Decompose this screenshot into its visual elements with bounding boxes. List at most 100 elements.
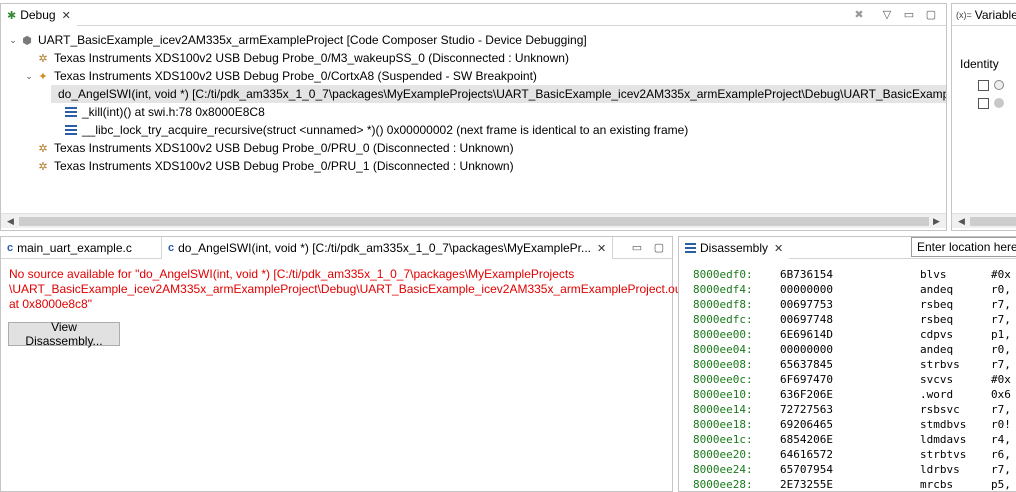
disassembly-row[interactable]: 8000ee08: 65637845 strbvs r7, [679, 358, 1016, 373]
c-file-icon: c [168, 242, 175, 254]
opcode-word: 6854206E [780, 433, 833, 446]
disassembly-row[interactable]: 8000ee20: 64616572 strbtvs r6, [679, 448, 1016, 463]
view-disassembly-button[interactable]: View Disassembly... [8, 320, 120, 348]
checkbox[interactable] [978, 80, 989, 91]
node-label: UART_BasicExample_icev2AM335x_armExample… [38, 33, 587, 47]
mnemonic: ldmdavs [920, 433, 967, 446]
address: 8000ee20: [693, 448, 753, 461]
scroll-left-icon[interactable]: ◀ [954, 214, 969, 229]
address: 8000ee1c: [693, 433, 753, 446]
disassembly-row[interactable]: 8000edf8: 00697753 rsbeq r7, [679, 298, 1016, 313]
message-line: No source available for "do_AngelSWI(int… [9, 267, 575, 281]
mnemonic: ldrbvs [920, 463, 960, 476]
scroll-thumb[interactable] [970, 217, 1016, 226]
variables-tabbar: (x)= Variable [952, 4, 1016, 26]
debug-tree-node[interactable]: ✲ Texas Instruments XDS100v2 USB Debug Pr… [23, 157, 514, 175]
debug-tree-node[interactable]: ✲ Texas Instruments XDS100v2 USB Debug Pr… [23, 49, 569, 67]
scroll-left-icon[interactable]: ◀ [3, 214, 18, 229]
disassembly-row[interactable]: 8000edfc: 00697748 rsbeq r7, [679, 313, 1016, 328]
scroll-thumb[interactable] [19, 217, 929, 226]
disassembly-row[interactable]: 8000ee28: 2E73255E mrcbs p5, [679, 478, 1016, 491]
close-icon[interactable]: ✕ [597, 242, 606, 255]
debug-tree-node[interactable]: ✲ Texas Instruments XDS100v2 USB Debug Pr… [23, 139, 513, 157]
mnemonic: strbtvs [920, 448, 967, 461]
address: 8000edf8: [693, 298, 753, 311]
node-label: Texas Instruments XDS100v2 USB Debug Pro… [54, 69, 537, 83]
disassembly-row[interactable]: 8000edf0: 6B736154 blvs #0x [679, 268, 1016, 283]
stack-frame-icon [65, 107, 77, 117]
disassembly-row[interactable]: 8000ee10: 636F206E .word 0x6 [679, 388, 1016, 403]
opcode-word: 00697753 [780, 298, 833, 311]
mnemonic: stmdbvs [920, 418, 967, 431]
tab-variables[interactable]: (x)= Variable [952, 4, 1016, 26]
opcode-word: 00697748 [780, 313, 833, 326]
mnemonic: mrcbs [920, 478, 954, 491]
address: 8000ee08: [693, 358, 753, 371]
opcode-word: 00000000 [780, 343, 833, 356]
opcode-word: 69206465 [780, 418, 833, 431]
checkbox[interactable] [978, 98, 989, 109]
variable-row[interactable] [978, 97, 1016, 111]
operands: r4, [991, 433, 1011, 446]
address: 8000ee18: [693, 418, 753, 431]
node-label: do_AngelSWI(int, void *) [C:/ti/pdk_am33… [58, 87, 946, 101]
chevron-down-icon[interactable]: ⌄ [23, 71, 35, 82]
debug-horizontal-scrollbar[interactable]: ◀ ▶ [1, 213, 946, 228]
address: 8000ee24: [693, 463, 753, 476]
stack-frame-row[interactable]: do_AngelSWI(int, void *) [C:/ti/pdk_am33… [51, 85, 946, 103]
node-label: Texas Instruments XDS100v2 USB Debug Pro… [54, 159, 514, 173]
stack-frame-row[interactable]: _kill(int)() at swi.h:78 0x8000E8C8 [51, 103, 265, 121]
disassembly-row[interactable]: 8000ee04: 00000000 andeq r0, [679, 343, 1016, 358]
minimize-icon[interactable]: ▭ [629, 240, 645, 256]
tab-do-angelswi[interactable]: c do_AngelSWI(int, void *) [C:/ti/pdk_am… [161, 237, 614, 259]
disassembly-row[interactable]: 8000ee1c: 6854206E ldmdavs r4, [679, 433, 1016, 448]
operands: #0x [991, 373, 1011, 386]
chevron-down-icon[interactable]: ⌄ [7, 35, 19, 46]
mnemonic: rsbsvc [920, 403, 960, 416]
remove-terminated-icon[interactable]: ✖ [851, 7, 867, 23]
location-input[interactable]: Enter location here [911, 237, 1016, 257]
maximize-icon[interactable]: ▢ [651, 240, 667, 256]
disassembly-listing: 8000edf0: 6B736154 blvs #0x 8000edf4: 0000000… [679, 260, 1016, 491]
maximize-icon[interactable]: ▢ [923, 7, 939, 23]
no-source-message: No source available for "do_AngelSWI(int… [9, 267, 688, 312]
view-menu-icon[interactable]: ▽ [879, 7, 895, 23]
minimize-icon[interactable]: ▭ [901, 7, 917, 23]
tab-main-uart-example[interactable]: c main_uart_example.c [1, 237, 138, 259]
disassembly-row[interactable]: 8000ee24: 65707954 ldrbvs r7, [679, 463, 1016, 478]
disassembly-row[interactable]: 8000ee14: 72727563 rsbsvc r7, [679, 403, 1016, 418]
debug-tree-node[interactable]: ⌄ ✦ Texas Instruments XDS100v2 USB Debug P… [23, 67, 537, 85]
mnemonic: rsbeq [920, 313, 954, 326]
operands: r7, [991, 403, 1011, 416]
close-icon[interactable]: ✕ [62, 9, 71, 22]
address: 8000ee14: [693, 403, 753, 416]
opcode-word: 2E73255E [780, 478, 833, 491]
variable-row[interactable] [978, 79, 1016, 93]
mnemonic: blvs [920, 268, 947, 281]
opcode-word: 6B736154 [780, 268, 833, 281]
variables-horizontal-scrollbar[interactable]: ◀ [952, 213, 1016, 228]
opcode-word: 72727563 [780, 403, 833, 416]
opcode-word: 6F697470 [780, 373, 833, 386]
opcode-word: 00000000 [780, 283, 833, 296]
disconnected-core-icon: ✲ [38, 142, 48, 155]
identity-column-header: Identity [960, 57, 999, 71]
disassembly-row[interactable]: 8000ee18: 69206465 stmdbvs r0! [679, 418, 1016, 433]
disconnected-core-icon: ✲ [38, 160, 48, 173]
node-label: Texas Instruments XDS100v2 USB Debug Pro… [54, 51, 569, 65]
disassembly-row[interactable]: 8000ee0c: 6F697470 svcvs #0x [679, 373, 1016, 388]
operands: r0, [991, 283, 1011, 296]
scroll-right-icon[interactable]: ▶ [929, 214, 944, 229]
location-input-text: Enter location here [917, 240, 1016, 254]
address: 8000edfc: [693, 313, 753, 326]
disassembly-row[interactable]: 8000edf4: 00000000 andeq r0, [679, 283, 1016, 298]
stack-frame-row[interactable]: __libc_lock_try_acquire_recursive(struct… [51, 121, 688, 139]
editor-tabbar: c main_uart_example.c c do_AngelSWI(int,… [1, 237, 672, 259]
disassembly-row[interactable]: 8000ee00: 6E69614D cdpvs p1, [679, 328, 1016, 343]
mnemonic: andeq [920, 283, 954, 296]
tab-debug[interactable]: ✱ Debug ✕ [1, 4, 77, 26]
node-label: __libc_lock_try_acquire_recursive(struct… [82, 123, 689, 137]
debug-tree-node[interactable]: ⌄ ⬢ UART_BasicExample_icev2AM335x_armExamp… [7, 31, 587, 49]
node-label: _kill(int)() at swi.h:78 0x8000E8C8 [82, 105, 265, 119]
debug-tabbar: ✱ Debug ✕ ✖ ▽ ▭ ▢ [1, 4, 946, 26]
